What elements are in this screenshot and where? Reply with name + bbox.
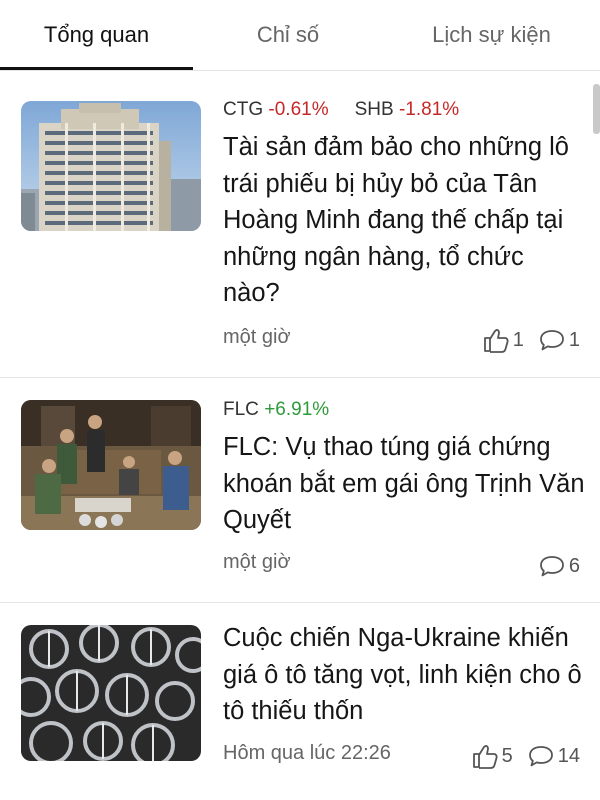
comment-button[interactable]: 1 <box>538 328 580 352</box>
police-raid-photo <box>21 400 201 530</box>
thumbs-up-icon <box>472 745 498 769</box>
like-count: 1 <box>512 328 524 351</box>
news-title[interactable]: Tài sản đảm bảo cho những lô trái phiếu … <box>223 129 585 312</box>
ticker-list: CTG -0.61% SHB -1.81% <box>223 99 485 121</box>
like-button[interactable]: 1 <box>482 327 524 353</box>
car-parts-photo <box>21 625 201 761</box>
thumbs-up-icon <box>483 329 509 353</box>
news-time: Hôm qua lúc 22:26 <box>223 742 391 764</box>
tab-overview[interactable]: Tổng quan <box>0 0 193 70</box>
comment-count: 6 <box>568 554 580 577</box>
ticker-list: FLC +6.91% <box>223 399 355 421</box>
tab-indices[interactable]: Chỉ số <box>193 0 383 70</box>
like-count: 5 <box>501 744 513 767</box>
news-stats: 5 14 <box>457 743 580 769</box>
news-thumbnail[interactable] <box>21 101 201 231</box>
news-item[interactable]: Cuộc chiến Nga-Ukraine khiến giá ô tô tă… <box>0 603 600 800</box>
ticker-flc[interactable]: FLC +6.91% <box>223 399 329 420</box>
comment-button[interactable]: 14 <box>527 744 580 768</box>
like-button[interactable]: 5 <box>471 743 513 769</box>
news-title[interactable]: FLC: Vụ thao túng giá chứng khoán bắt em… <box>223 429 585 539</box>
ticker-shb[interactable]: SHB -1.81% <box>355 99 460 120</box>
tab-event-calendar[interactable]: Lịch sự kiện <box>383 0 600 70</box>
news-time: một giờ <box>223 326 291 348</box>
comment-count: 14 <box>557 744 580 767</box>
ticker-ctg[interactable]: CTG -0.61% <box>223 99 329 120</box>
comment-count: 1 <box>568 328 580 351</box>
tab-bar: Tổng quan Chỉ số Lịch sự kiện <box>0 0 600 71</box>
active-tab-indicator <box>0 67 193 70</box>
comment-button[interactable]: 6 <box>538 554 580 578</box>
news-thumbnail[interactable] <box>21 400 201 530</box>
news-title[interactable]: Cuộc chiến Nga-Ukraine khiến giá ô tô tă… <box>223 620 585 730</box>
news-thumbnail[interactable] <box>21 625 201 761</box>
news-time: một giờ <box>223 551 291 573</box>
comment-icon <box>539 556 564 577</box>
news-item[interactable]: FLC +6.91% FLC: Vụ thao túng giá chứng k… <box>0 378 600 603</box>
news-item[interactable]: CTG -0.61% SHB -1.81% Tài sản đảm bảo cho… <box>0 71 600 378</box>
comment-icon <box>528 746 553 767</box>
comment-icon <box>539 330 564 351</box>
building-photo <box>21 101 201 231</box>
news-stats: 1 1 <box>468 327 580 353</box>
news-stats: 6 <box>524 554 580 578</box>
